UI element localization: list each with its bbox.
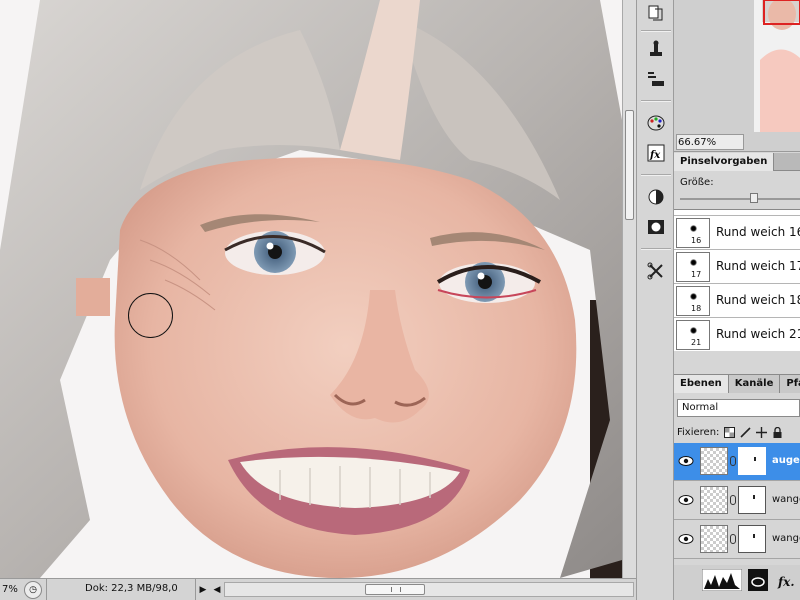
brush-tip-icon xyxy=(690,259,697,266)
svg-text:fx: fx xyxy=(649,150,661,161)
lock-pixels-brush-icon[interactable] xyxy=(739,426,751,438)
brush-preset-name: Rund weich 21 xyxy=(716,327,800,341)
tab-channels[interactable]: Kanäle xyxy=(728,375,781,393)
brush-presets-panel: Pinselvorgaben Größe: 16 Rund weich 16 1… xyxy=(674,153,800,367)
layer-name[interactable]: wange xyxy=(772,533,800,544)
swatches-palette-icon[interactable] xyxy=(643,110,669,136)
brush-preset-item[interactable]: 21 Rund weich 21 xyxy=(674,318,800,351)
portrait-photo xyxy=(0,0,622,578)
adjustments-icon[interactable] xyxy=(643,184,669,210)
tab-layers[interactable]: Ebenen xyxy=(674,375,729,393)
history-panel-icon[interactable] xyxy=(643,0,669,26)
horizontal-scrollbar[interactable] xyxy=(224,582,634,597)
mask-link-icon[interactable] xyxy=(730,534,736,544)
brush-preset-item[interactable]: 16 Rund weich 16 xyxy=(674,216,800,250)
visibility-eye-icon[interactable] xyxy=(678,455,694,467)
zoom-readout[interactable]: 7% xyxy=(0,584,20,595)
navigator-zoom-value[interactable]: 66.67% xyxy=(678,137,716,148)
layer-name[interactable]: wange xyxy=(772,494,800,505)
styles-fx-icon[interactable]: fx xyxy=(643,140,669,166)
right-panel-dock: 66.67% Pinselvorgaben Größe: 16 Rund wei… xyxy=(674,0,800,600)
layers-panel-tabbar: Ebenen Kanäle Pfade xyxy=(674,375,800,393)
brush-cursor xyxy=(128,293,173,338)
brush-size-slider-knob[interactable] xyxy=(750,193,759,203)
brush-tip-icon xyxy=(690,225,697,232)
masks-icon[interactable] xyxy=(643,214,669,240)
tab-paths[interactable]: Pfade xyxy=(780,375,800,393)
document-info: Dok: 22,3 MB/98,0 MB xyxy=(46,579,196,600)
brush-preset-name: Rund weich 18 xyxy=(716,293,800,307)
lock-label: Fixieren: xyxy=(677,426,720,438)
layer-row[interactable]: auge xyxy=(674,443,800,481)
layer-mask-thumbnail[interactable] xyxy=(738,486,766,514)
brush-preset-list[interactable]: 16 Rund weich 16 17 Rund weich 17 18 Run… xyxy=(674,209,800,351)
horizontal-scrollbar-thumb[interactable] xyxy=(365,584,425,595)
brush-tip-icon xyxy=(690,293,697,300)
histogram-layer-thumbnail-icon[interactable] xyxy=(702,569,742,591)
status-info-icon[interactable]: ◷ xyxy=(24,580,42,599)
layer-name[interactable]: auge xyxy=(772,455,800,466)
clone-source-icon[interactable] xyxy=(643,36,669,62)
tools-scissors-icon[interactable] xyxy=(643,258,669,284)
layer-row[interactable]: wange xyxy=(674,521,800,559)
mask-link-icon[interactable] xyxy=(730,456,736,466)
brush-tip-icon xyxy=(690,327,697,334)
lock-row: Fixieren: xyxy=(677,423,800,441)
layer-mask-thumbnail[interactable] xyxy=(738,447,766,475)
tool-presets-icon[interactable] xyxy=(643,66,669,92)
document-canvas[interactable] xyxy=(0,0,622,578)
vertical-scrollbar[interactable] xyxy=(622,0,636,578)
brush-size-label: Größe: xyxy=(680,177,714,188)
layer-thumbnail[interactable] xyxy=(700,486,728,514)
link-layers-icon[interactable] xyxy=(748,569,768,591)
visibility-eye-icon[interactable] xyxy=(678,494,694,506)
tab-brush-presets[interactable]: Pinselvorgaben xyxy=(674,153,775,171)
blend-mode-select[interactable]: Normal xyxy=(677,399,800,417)
status-menu-arrow-icon[interactable]: ▶ xyxy=(196,585,210,595)
layers-footer: fx. xyxy=(674,565,800,600)
navigator-preview[interactable] xyxy=(754,0,800,132)
layer-thumbnail[interactable] xyxy=(700,447,728,475)
scroll-left-arrow-icon[interactable]: ◀ xyxy=(210,585,224,595)
panel-icon-strip: fx xyxy=(636,0,674,600)
layer-thumbnail[interactable] xyxy=(700,525,728,553)
photoshop-window: 7% ◷ Dok: 22,3 MB/98,0 MB ▶ ◀ fx xyxy=(0,0,800,600)
layer-style-fx-button[interactable]: fx. xyxy=(778,575,795,589)
layer-mask-thumbnail[interactable] xyxy=(738,525,766,553)
vertical-scrollbar-thumb[interactable] xyxy=(625,110,634,220)
visibility-eye-icon[interactable] xyxy=(678,533,694,545)
brush-preset-item[interactable]: 18 Rund weich 18 xyxy=(674,284,800,318)
layers-panel: Ebenen Kanäle Pfade Normal Fixieren: aug… xyxy=(674,374,800,600)
brush-size-slider[interactable] xyxy=(680,198,800,200)
brush-preset-item[interactable]: 17 Rund weich 17 xyxy=(674,250,800,284)
lock-transparency-icon[interactable] xyxy=(723,426,735,438)
lock-all-icon[interactable] xyxy=(771,426,783,438)
brush-preset-name: Rund weich 17 xyxy=(716,259,800,273)
layer-row[interactable]: wange xyxy=(674,482,800,520)
navigator-panel: 66.67% xyxy=(674,0,800,152)
mask-link-icon[interactable] xyxy=(730,495,736,505)
brush-preset-name: Rund weich 16 xyxy=(716,225,800,239)
brush-panel-tabbar: Pinselvorgaben xyxy=(674,153,800,171)
lock-position-move-icon[interactable] xyxy=(755,426,767,438)
status-bar: 7% ◷ Dok: 22,3 MB/98,0 MB ▶ ◀ xyxy=(0,578,636,600)
